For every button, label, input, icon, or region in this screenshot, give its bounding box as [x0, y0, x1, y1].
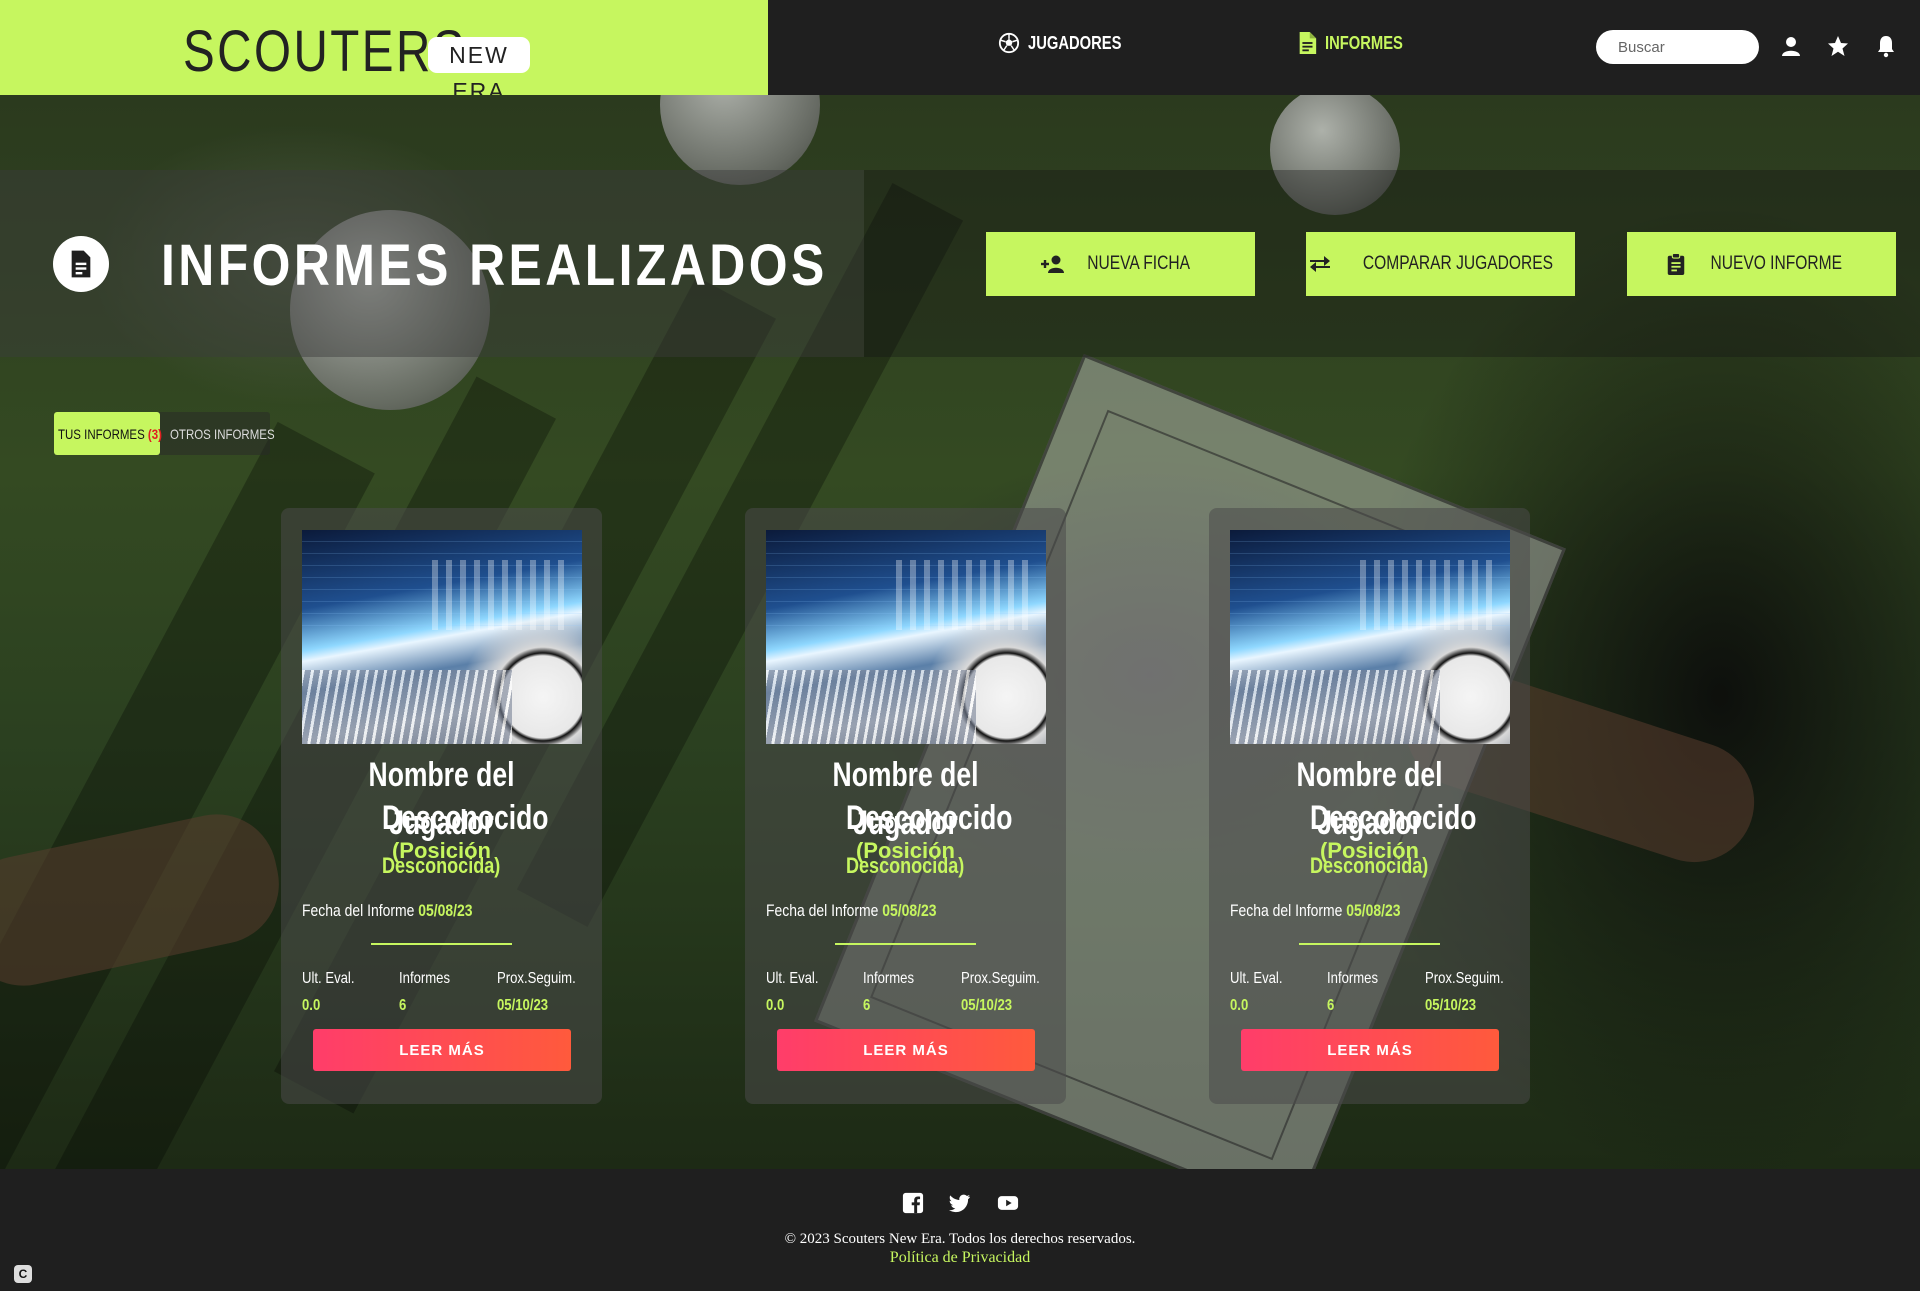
- stat-next-followup: Prox.Seguim. 05/10/23: [1425, 970, 1504, 1014]
- corner-badge[interactable]: C: [14, 1265, 32, 1283]
- report-date-value: 05/08/23: [882, 901, 937, 920]
- report-tabs: TUS INFORMES (3) OTROS INFORMES: [54, 412, 275, 455]
- card-divider: [1299, 943, 1440, 945]
- tab-my-reports[interactable]: TUS INFORMES (3): [54, 412, 162, 455]
- report-document-icon: [53, 236, 109, 292]
- compare-arrows-icon: [1309, 256, 1330, 272]
- stat-next-followup: Prox.Seguim. 05/10/23: [961, 970, 1040, 1014]
- brand-badge: NEW ERA: [428, 37, 530, 104]
- stat-next-followup: Prox.Seguim. 05/10/23: [497, 970, 576, 1014]
- report-card: Nombre del Jugador Desconocido (Posición…: [745, 508, 1066, 1104]
- report-date: Fecha del Informe 05/08/23: [1230, 901, 1401, 920]
- clipboard-icon: [1668, 253, 1685, 275]
- player-position-cont: Desconocida): [382, 853, 501, 878]
- report-count-badge: (3): [147, 425, 162, 442]
- stat-last-eval: Ult. Eval. 0.0: [766, 970, 819, 1014]
- add-user-icon: [1040, 255, 1064, 273]
- user-icon[interactable]: [1779, 34, 1803, 58]
- report-date-value: 05/08/23: [418, 901, 473, 920]
- privacy-policy-link[interactable]: Política de Privacidad: [0, 1249, 1920, 1267]
- nav-item-jugadores[interactable]: JUGADORES: [998, 32, 1142, 54]
- tab-label: OTROS INFORMES: [170, 425, 275, 442]
- report-card-image: [766, 530, 1046, 744]
- tab-other-reports[interactable]: OTROS INFORMES: [160, 412, 275, 455]
- stat-last-eval: Ult. Eval. 0.0: [1230, 970, 1283, 1014]
- top-navbar: SCOUTERS NEW ERA JUGADORES INFORMES: [0, 0, 1920, 104]
- report-card-image: [302, 530, 582, 744]
- card-divider: [371, 943, 512, 945]
- document-icon: [1299, 32, 1317, 54]
- report-date-value: 05/08/23: [1346, 901, 1401, 920]
- page-title: INFORMES REALIZADOS: [161, 233, 828, 298]
- report-card: Nombre del Jugador Desconocido (Posición…: [1209, 508, 1530, 1104]
- search-input[interactable]: [1596, 30, 1759, 64]
- brand-title: SCOUTERS: [183, 19, 467, 84]
- tab-label-text: TUS INFORMES: [58, 425, 145, 442]
- youtube-icon[interactable]: [996, 1192, 1020, 1214]
- read-more-button[interactable]: LEER MÁS: [313, 1029, 571, 1071]
- footer: [0, 1169, 1920, 1291]
- new-player-card-button[interactable]: NUEVA FICHA: [986, 232, 1255, 296]
- button-label: NUEVA FICHA: [1087, 253, 1190, 274]
- report-date: Fecha del Informe 05/08/23: [302, 901, 473, 920]
- star-icon[interactable]: [1826, 34, 1850, 58]
- stat-reports: Informes 6: [399, 970, 451, 1014]
- nav-label: JUGADORES: [1028, 32, 1122, 53]
- nav-item-informes[interactable]: INFORMES: [1297, 32, 1420, 54]
- new-report-button[interactable]: NUEVO INFORME: [1627, 232, 1896, 296]
- bell-icon[interactable]: [1874, 34, 1898, 58]
- report-card: Nombre del Jugador Desconocido (Posición…: [281, 508, 602, 1104]
- copyright-text: © 2023 Scouters New Era. Todos los derec…: [784, 1231, 1136, 1247]
- stat-reports: Informes 6: [1327, 970, 1379, 1014]
- button-label: COMPARAR JUGADORES: [1362, 253, 1553, 274]
- read-more-button[interactable]: LEER MÁS: [1241, 1029, 1499, 1071]
- stat-last-eval: Ult. Eval. 0.0: [302, 970, 355, 1014]
- button-label: NUEVO INFORME: [1710, 253, 1843, 274]
- compare-players-button[interactable]: COMPARAR JUGADORES: [1306, 232, 1575, 296]
- read-more-button[interactable]: LEER MÁS: [777, 1029, 1035, 1071]
- brand-block[interactable]: SCOUTERS NEW ERA: [0, 0, 768, 104]
- nav-label: INFORMES: [1325, 32, 1403, 53]
- card-divider: [835, 943, 976, 945]
- player-position-cont: Desconocida): [1310, 853, 1429, 878]
- twitter-icon[interactable]: [949, 1192, 971, 1214]
- player-position-cont: Desconocida): [846, 853, 965, 878]
- tab-label: TUS INFORMES (3): [58, 426, 162, 442]
- report-date: Fecha del Informe 05/08/23: [766, 901, 937, 920]
- stat-reports: Informes 6: [863, 970, 915, 1014]
- soccer-ball-icon: [998, 32, 1020, 54]
- report-card-image: [1230, 530, 1510, 744]
- facebook-icon[interactable]: [902, 1192, 924, 1214]
